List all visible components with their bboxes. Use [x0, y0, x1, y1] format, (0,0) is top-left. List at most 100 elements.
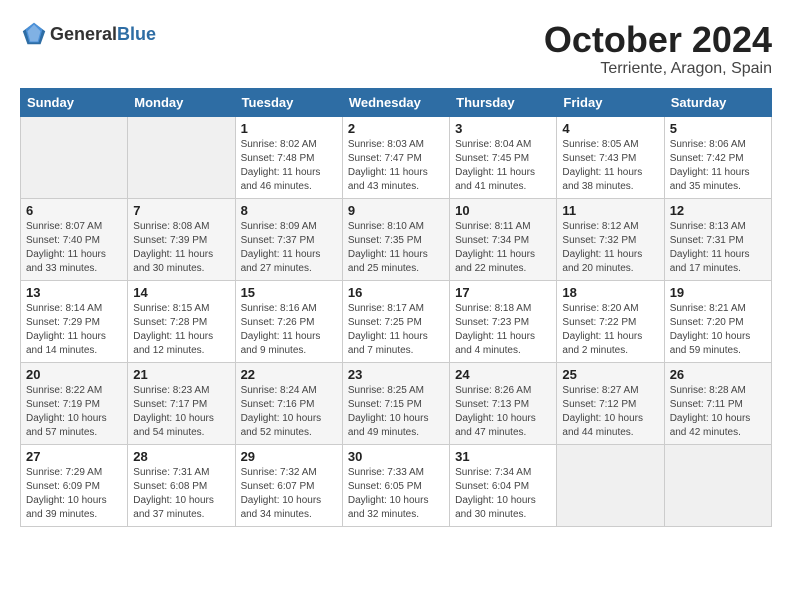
day-detail: Sunrise: 7:33 AM Sunset: 6:05 PM Dayligh… — [348, 466, 444, 522]
day-detail: Sunrise: 8:23 AM Sunset: 7:17 PM Dayligh… — [133, 384, 229, 440]
calendar-day-cell: 24Sunrise: 8:26 AM Sunset: 7:13 PM Dayli… — [450, 362, 557, 444]
calendar-day-cell: 29Sunrise: 7:32 AM Sunset: 6:07 PM Dayli… — [235, 444, 342, 526]
weekday-header: Saturday — [664, 88, 771, 116]
day-detail: Sunrise: 8:13 AM Sunset: 7:31 PM Dayligh… — [670, 220, 766, 276]
calendar-day-cell: 12 Sunrise: 8:13 AM Sunset: 7:31 PM Dayli… — [664, 198, 771, 280]
title-block: October 2024 Terriente, Aragon, Spain — [544, 20, 772, 78]
day-detail: Sunrise: 8:21 AM Sunset: 7:20 PM Dayligh… — [670, 302, 766, 358]
day-number: 14 — [133, 285, 229, 300]
day-detail: Sunrise: 8:28 AM Sunset: 7:11 PM Dayligh… — [670, 384, 766, 440]
calendar-day-cell: 20 Sunrise: 8:22 AM Sunset: 7:19 PM Dayli… — [21, 362, 128, 444]
day-detail: Sunrise: 8:25 AM Sunset: 7:15 PM Dayligh… — [348, 384, 444, 440]
day-number: 31 — [455, 449, 551, 464]
day-number: 2 — [348, 121, 444, 136]
day-number: 3 — [455, 121, 551, 136]
calendar-day-cell: 10 Sunrise: 8:11 AM Sunset: 7:34 PM Dayli… — [450, 198, 557, 280]
day-number: 21 — [133, 367, 229, 382]
day-number: 16 — [348, 285, 444, 300]
day-detail: Sunrise: 7:31 AM Sunset: 6:08 PM Dayligh… — [133, 466, 229, 522]
calendar-week-row: 20 Sunrise: 8:22 AM Sunset: 7:19 PM Dayli… — [21, 362, 772, 444]
calendar-day-cell: 6 Sunrise: 8:07 AM Sunset: 7:40 PM Daylig… — [21, 198, 128, 280]
day-detail: Sunrise: 8:09 AM Sunset: 7:37 PM Dayligh… — [241, 220, 337, 276]
calendar-week-row: 27Sunrise: 7:29 AM Sunset: 6:09 PM Dayli… — [21, 444, 772, 526]
calendar-day-cell: 28 Sunrise: 7:31 AM Sunset: 6:08 PM Dayli… — [128, 444, 235, 526]
day-detail: Sunrise: 8:03 AM Sunset: 7:47 PM Dayligh… — [348, 138, 444, 194]
day-detail: Sunrise: 8:04 AM Sunset: 7:45 PM Dayligh… — [455, 138, 551, 194]
calendar-day-cell: 19 Sunrise: 8:21 AM Sunset: 7:20 PM Dayli… — [664, 280, 771, 362]
day-number: 5 — [670, 121, 766, 136]
day-number: 9 — [348, 203, 444, 218]
calendar-day-cell: 1Sunrise: 8:02 AM Sunset: 7:48 PM Daylig… — [235, 116, 342, 198]
day-number: 20 — [26, 367, 122, 382]
calendar-day-cell: 7Sunrise: 8:08 AM Sunset: 7:39 PM Daylig… — [128, 198, 235, 280]
day-detail: Sunrise: 8:27 AM Sunset: 7:12 PM Dayligh… — [562, 384, 658, 440]
calendar-day-cell: 26 Sunrise: 8:28 AM Sunset: 7:11 PM Dayli… — [664, 362, 771, 444]
calendar-week-row: 13Sunrise: 8:14 AM Sunset: 7:29 PM Dayli… — [21, 280, 772, 362]
day-number: 28 — [133, 449, 229, 464]
calendar-day-cell — [664, 444, 771, 526]
day-number: 29 — [241, 449, 337, 464]
day-detail: Sunrise: 8:07 AM Sunset: 7:40 PM Dayligh… — [26, 220, 122, 276]
calendar-day-cell: 2 Sunrise: 8:03 AM Sunset: 7:47 PM Daylig… — [342, 116, 449, 198]
day-number: 17 — [455, 285, 551, 300]
day-number: 1 — [241, 121, 337, 136]
calendar-day-cell: 21 Sunrise: 8:23 AM Sunset: 7:17 PM Dayli… — [128, 362, 235, 444]
calendar-day-cell: 15 Sunrise: 8:16 AM Sunset: 7:26 PM Dayli… — [235, 280, 342, 362]
day-number: 12 — [670, 203, 766, 218]
day-detail: Sunrise: 8:22 AM Sunset: 7:19 PM Dayligh… — [26, 384, 122, 440]
day-detail: Sunrise: 8:12 AM Sunset: 7:32 PM Dayligh… — [562, 220, 658, 276]
month-title: October 2024 — [544, 20, 772, 60]
weekday-header: Monday — [128, 88, 235, 116]
day-number: 27 — [26, 449, 122, 464]
calendar-day-cell — [557, 444, 664, 526]
day-detail: Sunrise: 8:06 AM Sunset: 7:42 PM Dayligh… — [670, 138, 766, 194]
calendar-day-cell: 30 Sunrise: 7:33 AM Sunset: 6:05 PM Dayli… — [342, 444, 449, 526]
calendar-day-cell: 23 Sunrise: 8:25 AM Sunset: 7:15 PM Dayli… — [342, 362, 449, 444]
calendar-week-row: 1Sunrise: 8:02 AM Sunset: 7:48 PM Daylig… — [21, 116, 772, 198]
day-detail: Sunrise: 8:15 AM Sunset: 7:28 PM Dayligh… — [133, 302, 229, 358]
calendar-day-cell: 25 Sunrise: 8:27 AM Sunset: 7:12 PM Dayli… — [557, 362, 664, 444]
day-detail: Sunrise: 8:18 AM Sunset: 7:23 PM Dayligh… — [455, 302, 551, 358]
day-detail: Sunrise: 8:11 AM Sunset: 7:34 PM Dayligh… — [455, 220, 551, 276]
day-number: 25 — [562, 367, 658, 382]
day-detail: Sunrise: 8:16 AM Sunset: 7:26 PM Dayligh… — [241, 302, 337, 358]
logo-icon — [20, 20, 48, 48]
day-number: 26 — [670, 367, 766, 382]
day-number: 10 — [455, 203, 551, 218]
day-detail: Sunrise: 8:20 AM Sunset: 7:22 PM Dayligh… — [562, 302, 658, 358]
calendar-header-row: SundayMondayTuesdayWednesdayThursdayFrid… — [21, 88, 772, 116]
calendar-day-cell: 9 Sunrise: 8:10 AM Sunset: 7:35 PM Daylig… — [342, 198, 449, 280]
day-number: 11 — [562, 203, 658, 218]
calendar-day-cell — [21, 116, 128, 198]
day-number: 19 — [670, 285, 766, 300]
day-number: 6 — [26, 203, 122, 218]
day-detail: Sunrise: 8:10 AM Sunset: 7:35 PM Dayligh… — [348, 220, 444, 276]
calendar-day-cell: 4Sunrise: 8:05 AM Sunset: 7:43 PM Daylig… — [557, 116, 664, 198]
weekday-header: Thursday — [450, 88, 557, 116]
day-number: 8 — [241, 203, 337, 218]
day-detail: Sunrise: 8:17 AM Sunset: 7:25 PM Dayligh… — [348, 302, 444, 358]
day-detail: Sunrise: 8:24 AM Sunset: 7:16 PM Dayligh… — [241, 384, 337, 440]
logo: GeneralBlue — [20, 20, 156, 48]
day-number: 24 — [455, 367, 551, 382]
calendar-table: SundayMondayTuesdayWednesdayThursdayFrid… — [20, 88, 772, 527]
day-number: 23 — [348, 367, 444, 382]
calendar-day-cell: 8 Sunrise: 8:09 AM Sunset: 7:37 PM Daylig… — [235, 198, 342, 280]
weekday-header: Friday — [557, 88, 664, 116]
day-number: 30 — [348, 449, 444, 464]
calendar-day-cell: 18 Sunrise: 8:20 AM Sunset: 7:22 PM Dayli… — [557, 280, 664, 362]
day-number: 18 — [562, 285, 658, 300]
weekday-header: Wednesday — [342, 88, 449, 116]
day-detail: Sunrise: 7:34 AM Sunset: 6:04 PM Dayligh… — [455, 466, 551, 522]
weekday-header: Tuesday — [235, 88, 342, 116]
page-header: GeneralBlue October 2024 Terriente, Arag… — [20, 20, 772, 78]
calendar-day-cell: 27Sunrise: 7:29 AM Sunset: 6:09 PM Dayli… — [21, 444, 128, 526]
calendar-day-cell: 31 Sunrise: 7:34 AM Sunset: 6:04 PM Dayli… — [450, 444, 557, 526]
calendar-week-row: 6 Sunrise: 8:07 AM Sunset: 7:40 PM Daylig… — [21, 198, 772, 280]
calendar-day-cell — [128, 116, 235, 198]
day-number: 4 — [562, 121, 658, 136]
location-title: Terriente, Aragon, Spain — [544, 60, 772, 78]
day-number: 15 — [241, 285, 337, 300]
calendar-day-cell: 5 Sunrise: 8:06 AM Sunset: 7:42 PM Daylig… — [664, 116, 771, 198]
day-number: 13 — [26, 285, 122, 300]
